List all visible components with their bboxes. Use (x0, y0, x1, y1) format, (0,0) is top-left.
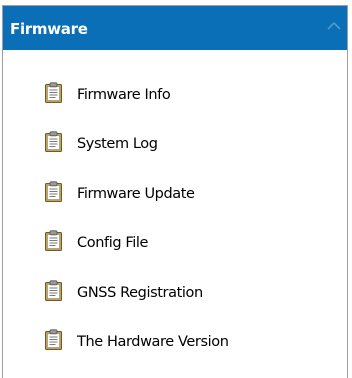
document-icon (45, 181, 62, 202)
document-icon (45, 82, 62, 103)
menu-item-gnss-registration[interactable]: GNSS Registration (3, 279, 347, 329)
document-icon (45, 279, 62, 301)
document-icon (45, 329, 62, 350)
firmware-panel: Firmware Firmware Info System Log Firmwa… (2, 5, 348, 378)
firmware-menu: Firmware Info System Log Firmware Update… (3, 82, 347, 378)
panel-header[interactable]: Firmware (3, 6, 347, 50)
chevron-up-icon[interactable] (327, 21, 341, 31)
menu-item-hardware-version[interactable]: The Hardware Version (3, 329, 347, 378)
menu-item-label[interactable]: Firmware Update (77, 185, 195, 203)
menu-item-system-log[interactable]: System Log (3, 131, 347, 180)
document-icon (45, 131, 62, 153)
panel-title: Firmware (10, 20, 88, 38)
menu-item-firmware-update[interactable]: Firmware Update (3, 181, 347, 230)
menu-item-config-file[interactable]: Config File (3, 230, 347, 279)
menu-item-label[interactable]: The Hardware Version (77, 333, 229, 351)
menu-item-label[interactable]: Config File (77, 234, 148, 252)
menu-item-label[interactable]: GNSS Registration (77, 284, 203, 302)
menu-item-label[interactable]: Firmware Info (77, 86, 171, 104)
menu-item-firmware-info[interactable]: Firmware Info (3, 82, 347, 131)
menu-item-label[interactable]: System Log (77, 135, 158, 153)
document-icon (45, 230, 62, 252)
